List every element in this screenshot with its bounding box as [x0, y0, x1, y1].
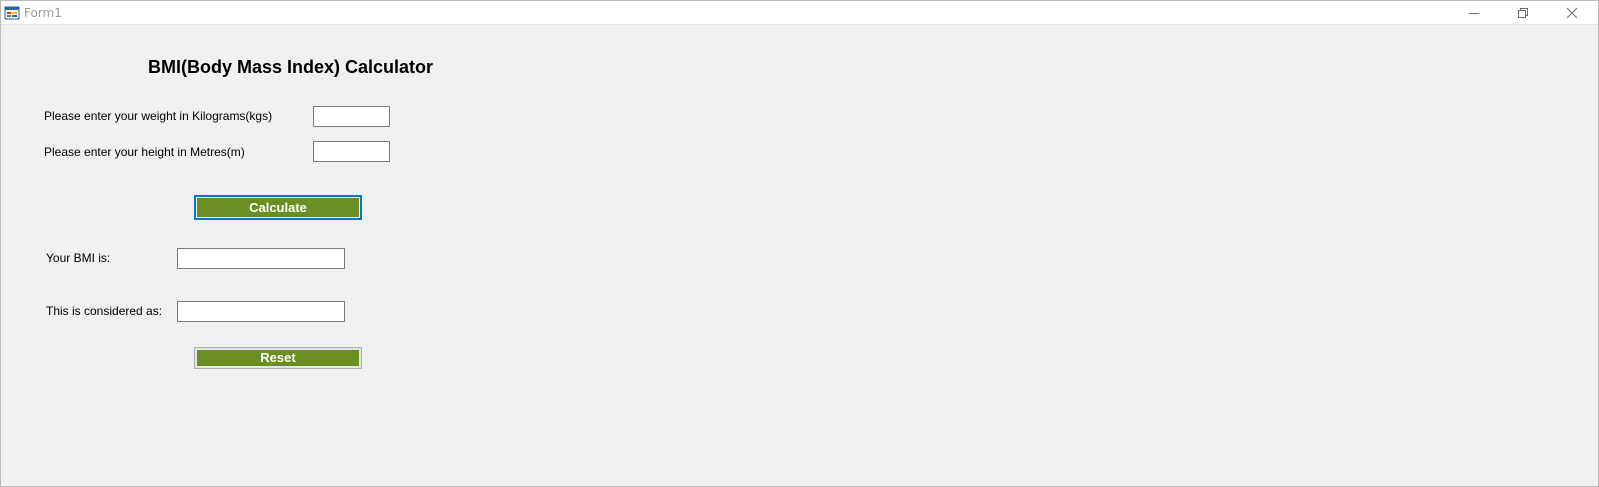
restore-button[interactable] — [1500, 1, 1546, 25]
window-title: Form1 — [24, 6, 62, 20]
form-app-icon[interactable] — [4, 5, 20, 21]
minimize-icon — [1469, 13, 1479, 14]
title-bar[interactable]: Form1 — [1, 1, 1598, 25]
category-label: This is considered as: — [46, 304, 163, 318]
height-input[interactable] — [313, 141, 390, 162]
reset-button[interactable]: Reset — [194, 347, 362, 369]
minimize-button[interactable] — [1451, 1, 1497, 25]
calculate-button[interactable]: Calculate — [194, 195, 362, 220]
close-icon — [1567, 8, 1577, 18]
bmi-result-field[interactable] — [177, 248, 345, 269]
restore-icon — [1518, 8, 1528, 18]
height-label: Please enter your height in Metres(m) — [44, 145, 245, 159]
weight-input[interactable] — [313, 106, 390, 127]
close-button[interactable] — [1549, 1, 1595, 25]
app-window: Form1 BMI(Body Mass Index) Calculator Pl… — [0, 0, 1599, 487]
weight-label: Please enter your weight in Kilograms(kg… — [44, 109, 273, 123]
bmi-result-label: Your BMI is: — [46, 251, 111, 265]
category-result-field[interactable] — [177, 301, 345, 322]
page-title: BMI(Body Mass Index) Calculator — [148, 57, 434, 77]
form-client-area: BMI(Body Mass Index) Calculator Please e… — [1, 25, 1598, 486]
